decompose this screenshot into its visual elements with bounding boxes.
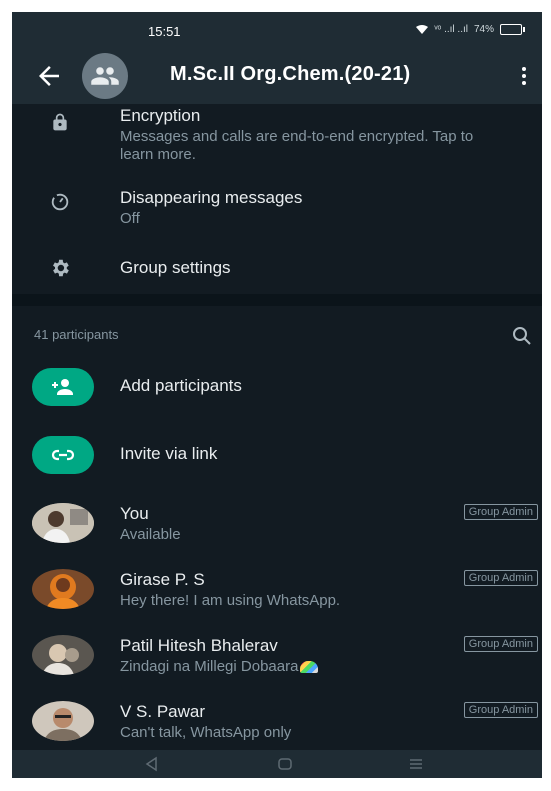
nav-home-button[interactable] [277, 756, 293, 772]
participant-name: Girase P. S [120, 570, 205, 589]
participant-status: Hey there! I am using WhatsApp. [120, 592, 341, 609]
timer-icon [48, 190, 72, 214]
lock-icon [48, 110, 72, 134]
participants-search-button[interactable] [510, 324, 534, 348]
avatar[interactable] [32, 635, 94, 675]
menu-dot [522, 74, 526, 78]
invite-link-label: Invite via link [120, 444, 218, 463]
avatar[interactable] [32, 569, 94, 609]
group-admin-badge: Group Admin [463, 570, 538, 586]
participant-name: V S. Pawar [120, 702, 206, 721]
participant-row-girase[interactable]: Girase P. S Hey there! I am using WhatsA… [12, 566, 542, 616]
more-options-button[interactable] [514, 62, 534, 90]
encryption-title: Encryption [120, 106, 201, 125]
add-participants-label: Add participants [120, 376, 242, 395]
status-bar: 15:51 ᵛᵒ ..ıl ..ıl 74% [12, 12, 542, 48]
participant-row-pawar[interactable]: V S. Pawar Can't talk, WhatsApp only Gro… [12, 698, 542, 748]
app-bar: M.Sc.II Org.Chem.(20-21) [12, 48, 542, 104]
wifi-icon [416, 24, 429, 34]
avatar[interactable] [32, 701, 94, 741]
disappearing-messages-title: Disappearing messages [120, 188, 303, 207]
group-admin-badge: Group Admin [463, 504, 538, 520]
navigation-bar [12, 750, 542, 778]
phone-screen: 15:51 ᵛᵒ ..ıl ..ıl 74% M.Sc.II Org.Chem.… [12, 12, 542, 778]
search-icon [513, 327, 531, 345]
disappearing-messages-row[interactable]: Disappearing messages Off [12, 184, 542, 234]
add-participants-row[interactable]: Add participants [12, 368, 542, 408]
participant-status: Zindagi na Millegi Dobaara [120, 658, 500, 676]
disappearing-messages-status: Off [120, 210, 140, 227]
gear-icon [48, 256, 72, 280]
encryption-subtitle: Messages and calls are end-to-end encryp… [120, 128, 474, 163]
status-icons: ᵛᵒ ..ıl ..ıl 74% [416, 24, 525, 35]
group-admin-badge: Group Admin [463, 702, 538, 718]
participant-status-text: Zindagi na Millegi Dobaara [120, 658, 299, 675]
participant-status: Can't talk, WhatsApp only [120, 724, 292, 741]
participant-row-patil[interactable]: Patil Hitesh Bhalerav Zindagi na Millegi… [12, 632, 542, 682]
menu-dot [522, 81, 526, 85]
status-time: 15:51 [148, 24, 181, 39]
section-divider [12, 294, 542, 306]
square-home-icon [278, 758, 292, 770]
signal-indicator: ᵛᵒ ..ıl ..ıl [434, 24, 468, 35]
avatar[interactable] [32, 503, 94, 543]
group-icon [91, 67, 119, 85]
menu-lines-icon [410, 759, 422, 769]
triangle-back-icon [145, 756, 157, 772]
participant-name: Patil Hitesh Bhalerav [120, 636, 278, 655]
back-button[interactable] [34, 61, 64, 91]
link-icon [51, 449, 75, 461]
encryption-row[interactable]: Encryption Messages and calls are end-to… [12, 104, 542, 170]
back-arrow-icon [39, 66, 59, 86]
participant-row-you[interactable]: You Available Group Admin [12, 500, 542, 550]
group-settings-row[interactable]: Group settings [12, 252, 542, 286]
add-participants-button[interactable] [32, 368, 94, 406]
battery-icon [500, 24, 525, 35]
group-avatar[interactable] [82, 53, 128, 99]
participants-count: 41 participants [34, 327, 119, 342]
group-admin-badge: Group Admin [463, 636, 538, 652]
invite-link-button[interactable] [32, 436, 94, 474]
menu-dot [522, 67, 526, 71]
group-title[interactable]: M.Sc.II Org.Chem.(20-21) [170, 63, 410, 86]
add-person-icon [52, 379, 73, 395]
nav-back-button[interactable] [144, 756, 160, 772]
nav-recents-button[interactable] [408, 756, 424, 772]
rainbow-emoji-icon [300, 661, 319, 674]
participant-name: You [120, 504, 149, 523]
participant-status: Available [120, 526, 181, 543]
group-settings-title: Group settings [120, 258, 231, 277]
battery-percent: 74% [473, 24, 494, 35]
invite-link-row[interactable]: Invite via link [12, 436, 542, 476]
